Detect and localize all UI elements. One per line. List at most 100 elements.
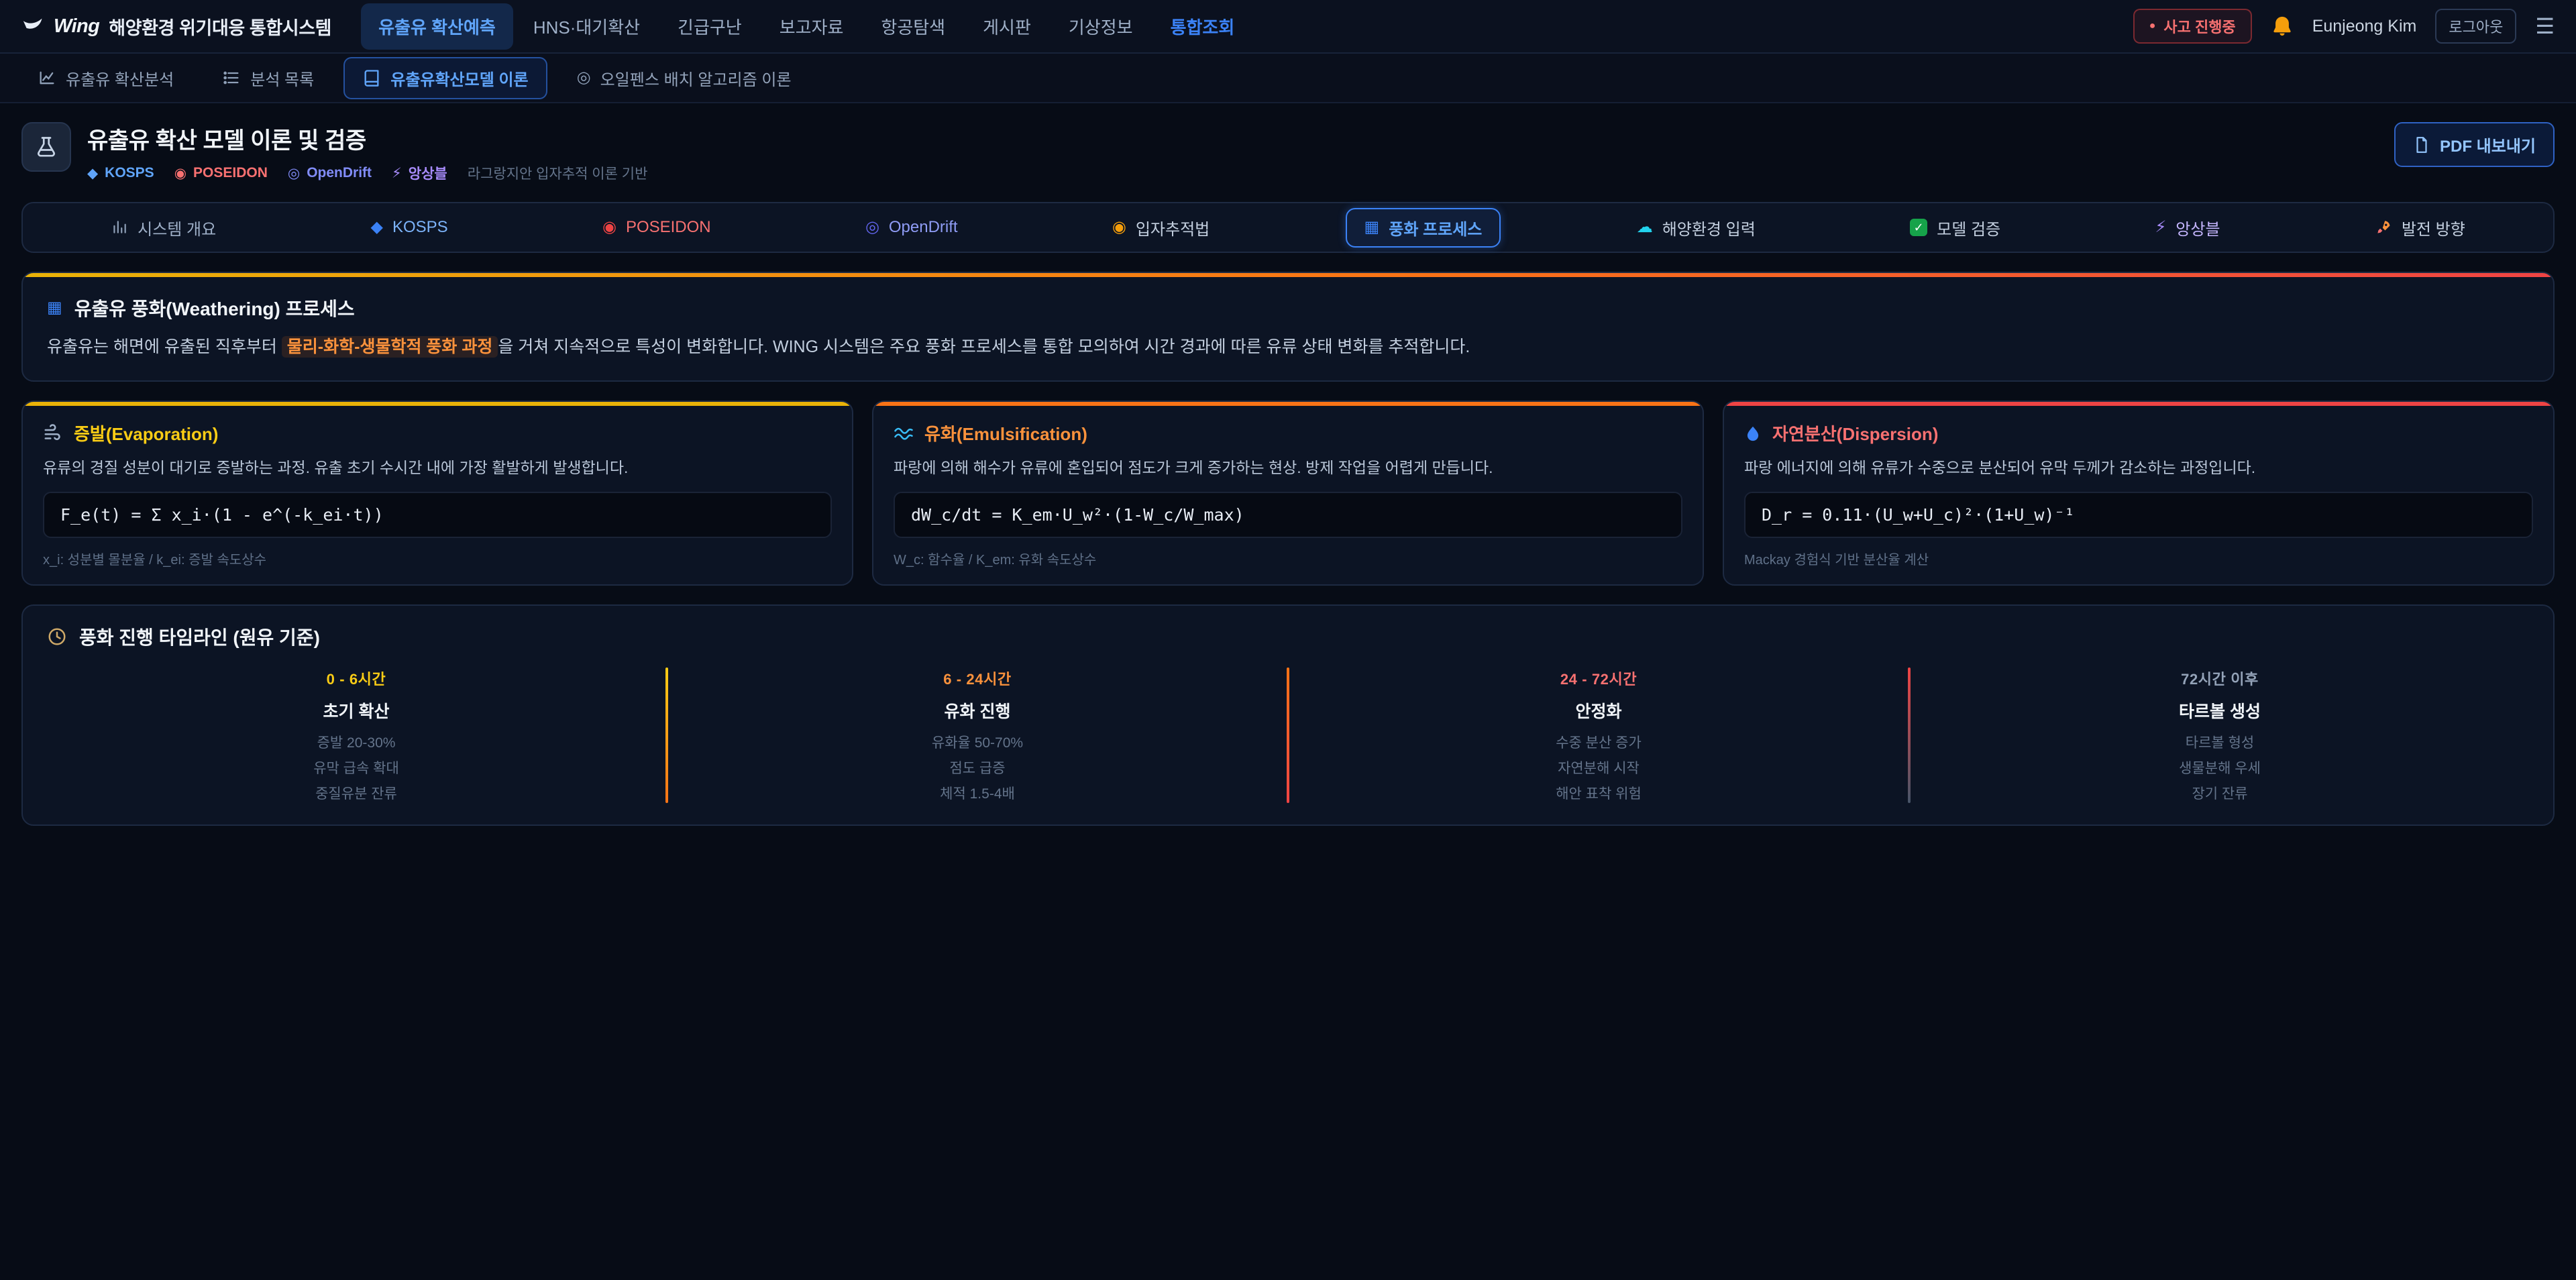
evaporation-description: 유류의 경질 성분이 대기로 증발하는 과정. 유출 초기 수시간 내에 가장 … (43, 456, 832, 480)
stage-detail: 생물분해 우세 (1911, 757, 2529, 778)
oil-fence-icon: ◎ (577, 70, 591, 86)
chart-icon (38, 68, 56, 87)
sub-tab-bar: 유출유 확산분석 분석 목록 유출유확산모델 이론 ◎ 오일펜스 배치 알고리즘… (0, 54, 2576, 103)
page-header-titles: 유출유 확산 모델 이론 및 검증 ◆ KOSPS ◉ POSEIDON ◎ O… (87, 122, 647, 183)
circle-dot-icon: ◉ (602, 219, 616, 235)
nav-item-aerial-search[interactable]: 항공탐색 (863, 3, 963, 50)
process-cards: 증발(Evaporation) 유류의 경질 성분이 대기로 증발하는 과정. … (21, 401, 2555, 586)
stage-time: 6 - 24시간 (668, 668, 1287, 689)
section-tab-strip: 시스템 개요 ◆ KOSPS ◉ POSEIDON ◎ OpenDrift ◉ … (21, 202, 2555, 253)
ensemble-badge: ⚡ 앙상블 (392, 163, 447, 183)
timeline-stage-stabilization: 24 - 72시간 안정화 수중 분산 증가 자연분해 시작 해안 표착 위험 (1289, 668, 1908, 803)
tab-kosps[interactable]: ◆ KOSPS (352, 210, 467, 245)
wing-logo-icon (21, 15, 44, 38)
stage-detail: 유화율 50-70% (668, 732, 1287, 752)
subtab-oil-fence-theory[interactable]: ◎ 오일펜스 배치 알고리즘 이론 (558, 57, 810, 99)
tab-model-validation[interactable]: ✓ 모델 검증 (1891, 208, 2019, 248)
top-navigation: Wing 해양환경 위기대응 통합시스템 유출유 확산예측 HNS·대기확산 긴… (0, 0, 2576, 54)
timeline-grid: 0 - 6시간 초기 확산 증발 20-30% 유막 급속 확대 중질유분 잔류… (47, 668, 2529, 803)
nav-item-emergency-rescue[interactable]: 긴급구난 (660, 3, 759, 50)
circle-dot-icon: ◉ (174, 165, 186, 182)
nav-item-integrated-search[interactable]: 통합조회 (1153, 3, 1252, 50)
tab-poseidon[interactable]: ◉ POSEIDON (584, 210, 730, 245)
bar-chart-icon (111, 219, 128, 236)
dispersion-card-title: 자연분산(Dispersion) (1744, 421, 2533, 445)
incident-status-label: 사고 진행중 (2163, 15, 2235, 37)
particle-icon: ◉ (1112, 219, 1126, 235)
dispersion-note: Mackay 경험식 기반 분산율 계산 (1744, 549, 2533, 568)
stage-detail: 해안 표착 위험 (1289, 783, 1908, 803)
stage-detail: 점도 급증 (668, 757, 1287, 778)
weathering-timeline-section: 풍화 진행 타임라인 (원유 기준) 0 - 6시간 초기 확산 증발 20-3… (21, 604, 2555, 826)
evaporation-note: x_i: 성분별 몰분율 / k_ei: 증발 속도상수 (43, 549, 832, 568)
subtab-label: 유출유확산모델 이론 (390, 66, 528, 90)
flask-icon (21, 122, 71, 172)
clock-icon (47, 627, 67, 647)
stage-time: 0 - 6시간 (47, 668, 665, 689)
kosps-badge: ◆ KOSPS (87, 165, 154, 182)
stage-time: 72시간 이후 (1911, 668, 2529, 689)
stage-detail: 타르볼 형성 (1911, 732, 2529, 752)
nav-item-reports[interactable]: 보고자료 (762, 3, 861, 50)
timeline-title: 풍화 진행 타임라인 (원유 기준) (47, 623, 2529, 650)
page-title: 유출유 확산 모델 이론 및 검증 (87, 122, 647, 155)
subtab-analysis-list[interactable]: 분석 목록 (203, 57, 333, 99)
dispersion-card: 자연분산(Dispersion) 파랑 에너지에 의해 유류가 수중으로 분산되… (1723, 401, 2555, 586)
nav-right-controls: ● 사고 진행중 Eunjeong Kim 로그아웃 ☰ (2133, 9, 2555, 44)
weathering-section-title: ▦ 유출유 풍화(Weathering) 프로세스 (47, 295, 2529, 321)
tab-system-overview[interactable]: 시스템 개요 (92, 208, 235, 248)
tab-weathering-process[interactable]: ▦ 풍화 프로세스 (1346, 208, 1501, 248)
dispersion-formula: D_r = 0.11·(U_w+U_c)²·(1+U_w)⁻¹ (1744, 492, 2533, 538)
nav-item-board[interactable]: 게시판 (965, 3, 1049, 50)
nav-item-hns-air-dispersion[interactable]: HNS·대기확산 (516, 3, 657, 50)
pdf-export-button[interactable]: PDF 내보내기 (2394, 122, 2555, 167)
logout-button[interactable]: 로그아웃 (2435, 9, 2516, 44)
highlighted-phrase: 물리-화학-생물학적 풍화 과정 (282, 336, 498, 358)
nav-item-weather-info[interactable]: 기상정보 (1051, 3, 1150, 50)
weathering-intro-text: 유출유는 해면에 유출된 직후부터 물리-화학-생물학적 풍화 과정을 거쳐 지… (47, 333, 2529, 360)
book-icon (362, 68, 381, 87)
stage-detail: 증발 20-30% (47, 732, 665, 752)
tab-roadmap[interactable]: 발전 방향 (2356, 208, 2484, 248)
stage-detail: 중질유분 잔류 (47, 783, 665, 803)
stage-name: 타르볼 생성 (1911, 698, 2529, 723)
tab-opendrift[interactable]: ◎ OpenDrift (847, 210, 977, 245)
document-icon (2413, 136, 2430, 154)
stage-detail: 수중 분산 증가 (1289, 732, 1908, 752)
opendrift-badge: ◎ OpenDrift (288, 165, 372, 182)
rocket-icon (2375, 219, 2392, 236)
subtab-spill-analysis[interactable]: 유출유 확산분석 (19, 57, 193, 99)
emulsification-card-title: 유화(Emulsification) (894, 421, 1682, 445)
emulsification-card: 유화(Emulsification) 파랑에 의해 해수가 유류에 혼입되어 점… (872, 401, 1704, 586)
stage-time: 24 - 72시간 (1289, 668, 1908, 689)
stage-detail: 장기 잔류 (1911, 783, 2529, 803)
timeline-stage-tarball: 72시간 이후 타르볼 생성 타르볼 형성 생물분해 우세 장기 잔류 (1911, 668, 2529, 803)
cloud-icon: ☁ (1637, 219, 1653, 235)
grid-icon: ▦ (47, 300, 62, 316)
emulsification-description: 파랑에 의해 해수가 유류에 혼입되어 점도가 크게 증가하는 현상. 방제 작… (894, 456, 1682, 480)
lightning-icon: ⚡ (392, 165, 402, 182)
nav-item-oil-spill-forecast[interactable]: 유출유 확산예측 (361, 3, 513, 50)
main-nav: 유출유 확산예측 HNS·대기확산 긴급구난 보고자료 항공탐색 게시판 기상정… (361, 3, 1252, 50)
notification-bell-icon[interactable] (2271, 15, 2294, 38)
tab-ocean-env-input[interactable]: ☁ 해양환경 입력 (1618, 208, 1774, 248)
page-header-badges: ◆ KOSPS ◉ POSEIDON ◎ OpenDrift ⚡ 앙상블 라그랑… (87, 163, 647, 183)
tab-ensemble[interactable]: ⚡ 앙상블 (2136, 208, 2239, 248)
subtab-label: 유출유 확산분석 (66, 66, 174, 90)
target-icon: ◎ (865, 219, 879, 235)
incident-status-badge[interactable]: ● 사고 진행중 (2133, 9, 2252, 44)
diamond-icon: ◆ (371, 219, 383, 235)
stage-detail: 체적 1.5-4배 (668, 783, 1287, 803)
subtab-model-theory[interactable]: 유출유확산모델 이론 (343, 57, 547, 99)
page-subtitle: 라그랑지안 입자추적 이론 기반 (468, 163, 648, 183)
lightning-icon: ⚡ (2155, 219, 2166, 235)
evaporation-card: 증발(Evaporation) 유류의 경질 성분이 대기로 증발하는 과정. … (21, 401, 853, 586)
hamburger-menu-icon[interactable]: ☰ (2535, 15, 2555, 37)
tab-particle-tracking[interactable]: ◉ 입자추적법 (1093, 208, 1228, 248)
brand-logo[interactable]: Wing 해양환경 위기대응 통합시스템 (21, 13, 331, 40)
wind-icon (43, 423, 63, 443)
stage-name: 초기 확산 (47, 698, 665, 723)
timeline-stage-emulsification: 6 - 24시간 유화 진행 유화율 50-70% 점도 급증 체적 1.5-4… (668, 668, 1287, 803)
target-icon: ◎ (288, 165, 300, 182)
emulsification-formula: dW_c/dt = K_em·U_w²·(1-W_c/W_max) (894, 492, 1682, 538)
